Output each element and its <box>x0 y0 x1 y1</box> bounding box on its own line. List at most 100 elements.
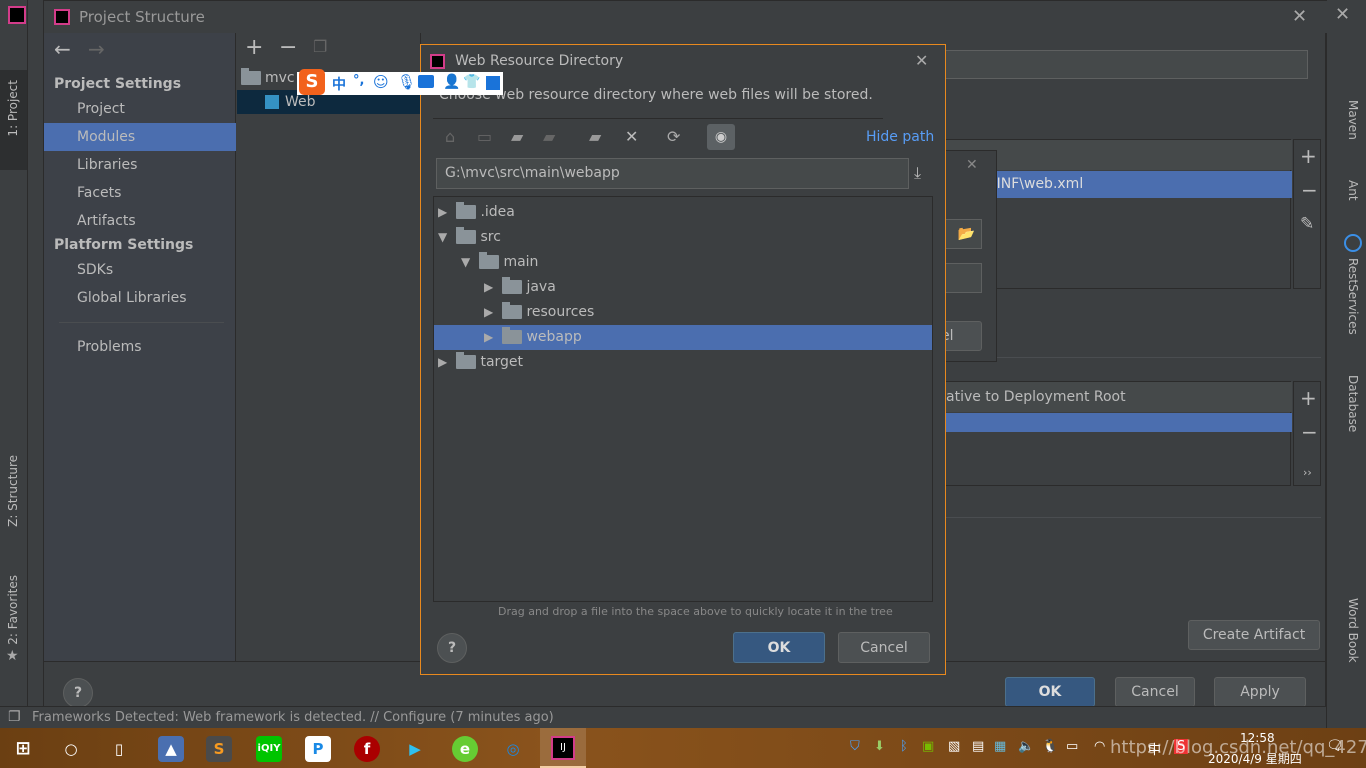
hide-path-link[interactable]: Hide path <box>866 129 934 145</box>
restservices-tool-tab[interactable]: RestServices <box>1346 258 1360 335</box>
tree-node-target[interactable]: ▶ target <box>434 350 932 375</box>
ant-tool-tab[interactable]: Ant <box>1346 180 1360 201</box>
tree-node-java[interactable]: ▶ java <box>434 275 932 300</box>
nvidia-icon[interactable]: ▣ <box>922 739 934 754</box>
qq-icon[interactable]: 🐧 <box>1042 739 1058 754</box>
download-icon[interactable]: ⤓ <box>914 163 921 183</box>
emoji-icon[interactable]: ☺ <box>373 73 389 91</box>
sublime-text-icon[interactable]: S <box>206 736 232 762</box>
remove-resource-icon[interactable]: − <box>1301 420 1318 444</box>
dialog-cancel-button[interactable]: Cancel <box>838 632 930 663</box>
table-row-selected[interactable] <box>942 413 1292 432</box>
help-button[interactable]: ? <box>63 678 93 708</box>
remove-descriptor-icon[interactable]: − <box>1301 178 1318 202</box>
add-resource-icon[interactable]: + <box>1300 386 1317 410</box>
status-toggle-icon[interactable]: ❐ <box>8 709 21 725</box>
nav-item-sdks[interactable]: SDKs <box>44 256 236 284</box>
nav-item-artifacts[interactable]: Artifacts <box>44 207 236 235</box>
nav-item-problems[interactable]: Problems <box>44 333 236 361</box>
tree-node-main[interactable]: ▼ main <box>434 250 932 275</box>
close-ide-icon[interactable]: ✕ <box>1335 4 1350 25</box>
intellij-taskbar-item[interactable]: IJ <box>540 728 586 768</box>
nav-item-facets[interactable]: Facets <box>44 179 236 207</box>
ok-button[interactable]: OK <box>1005 677 1095 707</box>
forward-arrow-icon[interactable]: → <box>88 37 105 61</box>
project-folder-icon[interactable]: ▰ <box>511 127 523 146</box>
nav-item-project[interactable]: Project <box>44 95 236 123</box>
tree-node-resources[interactable]: ▶ resources <box>434 300 932 325</box>
favorites-tool-tab[interactable]: 2: Favorites <box>6 575 20 645</box>
wifi-icon[interactable]: ◠ <box>1094 739 1105 754</box>
structure-tool-tab[interactable]: Z: Structure <box>6 455 20 527</box>
wordbook-tool-tab[interactable]: Word Book <box>1346 598 1360 663</box>
ime-punct[interactable]: °, <box>353 73 364 88</box>
download-tray-icon[interactable]: ⬇ <box>874 739 885 754</box>
task-view-icon[interactable]: ▯ <box>106 736 132 762</box>
video-player-icon[interactable]: ▶ <box>402 736 428 762</box>
nav-item-libraries[interactable]: Libraries <box>44 151 236 179</box>
tree-node-src[interactable]: ▼ src <box>434 225 932 250</box>
remove-icon[interactable]: − <box>279 35 297 60</box>
microphone-icon[interactable]: 🎙 <box>397 73 416 91</box>
desktop-icon[interactable]: ▭ <box>477 127 492 146</box>
iqiyi-icon[interactable]: iQIY <box>256 736 282 762</box>
more-chevron-icon[interactable]: ›› <box>1303 466 1312 479</box>
nav-item-global-libraries[interactable]: Global Libraries <box>44 284 236 312</box>
user-icon[interactable]: 👤 <box>443 74 460 90</box>
module-folder-icon[interactable]: ▰ <box>543 127 555 146</box>
apply-button[interactable]: Apply <box>1214 677 1306 707</box>
browser-e-icon[interactable]: e <box>452 736 478 762</box>
show-hidden-toggle[interactable]: ◉ <box>707 124 735 150</box>
copy-icon[interactable]: ❐ <box>313 37 327 56</box>
tree-node-mvc[interactable]: mvc <box>241 67 295 89</box>
refresh-icon[interactable]: ⟳ <box>667 127 680 146</box>
collapsed-arrow-icon[interactable]: ▶ <box>438 350 452 375</box>
maven-tool-tab[interactable]: Maven <box>1346 100 1360 140</box>
ime-mode[interactable]: 中 <box>332 74 346 94</box>
add-descriptor-icon[interactable]: + <box>1300 144 1317 168</box>
cortana-search-icon[interactable]: ○ <box>58 736 84 762</box>
network-adapter-icon[interactable]: ▦ <box>994 739 1006 754</box>
toolbox-grid-icon[interactable] <box>486 76 500 90</box>
collapsed-arrow-icon[interactable]: ▶ <box>484 275 498 300</box>
sogou-logo-icon[interactable]: S <box>299 69 325 95</box>
tree-node-idea[interactable]: ▶ .idea <box>434 200 932 225</box>
skin-shirt-icon[interactable]: 👕 <box>463 74 480 90</box>
security-shield-icon[interactable]: ⛉ <box>850 739 860 754</box>
create-artifact-button[interactable]: Create Artifact <box>1188 620 1320 650</box>
cancel-button[interactable]: Cancel <box>1115 677 1195 707</box>
expanded-arrow-icon[interactable]: ▼ <box>461 250 475 275</box>
tray-window-icon[interactable]: ▤ <box>972 739 984 754</box>
tray-app-icon[interactable]: ▧ <box>948 739 960 754</box>
collapsed-arrow-icon[interactable]: ▶ <box>484 325 498 350</box>
tree-node-webapp[interactable]: ▶ webapp <box>434 325 932 350</box>
app-icon-charts[interactable]: ▲ <box>158 736 184 762</box>
close-icon[interactable]: ✕ <box>915 51 928 70</box>
start-windows-icon[interactable]: ⊞ <box>10 736 36 762</box>
home-icon[interactable]: ⌂ <box>445 127 455 146</box>
delete-icon[interactable]: ✕ <box>625 127 638 146</box>
collapsed-arrow-icon[interactable]: ▶ <box>484 300 498 325</box>
keyboard-icon[interactable] <box>418 75 434 88</box>
back-arrow-icon[interactable]: ← <box>54 37 71 61</box>
new-folder-icon[interactable]: ▰ <box>589 127 601 146</box>
edit-pencil-icon[interactable]: ✎ <box>1300 214 1314 234</box>
expanded-arrow-icon[interactable]: ▼ <box>438 225 452 250</box>
bluetooth-icon[interactable]: ᛒ <box>900 739 908 754</box>
database-tool-tab[interactable]: Database <box>1346 375 1360 432</box>
volume-icon[interactable]: 🔈 <box>1018 739 1034 754</box>
dialog-ok-button[interactable]: OK <box>733 632 825 663</box>
nav-item-modules[interactable]: Modules <box>44 123 236 151</box>
path-input[interactable]: G:\mvc\src\main\webapp <box>436 158 909 189</box>
collapsed-arrow-icon[interactable]: ▶ <box>438 200 452 225</box>
name-field[interactable] <box>944 50 1308 79</box>
battery-icon[interactable]: ▭ <box>1066 739 1078 754</box>
add-icon[interactable]: + <box>245 35 263 60</box>
help-button[interactable]: ? <box>437 633 467 663</box>
flash-icon[interactable]: f <box>354 736 380 762</box>
pp-icon[interactable]: P <box>305 736 331 762</box>
cloud-app-icon[interactable]: ◎ <box>500 736 526 762</box>
close-icon[interactable]: ✕ <box>1292 6 1307 27</box>
close-icon[interactable]: ✕ <box>966 157 978 173</box>
status-message[interactable]: Frameworks Detected: Web framework is de… <box>32 710 554 725</box>
